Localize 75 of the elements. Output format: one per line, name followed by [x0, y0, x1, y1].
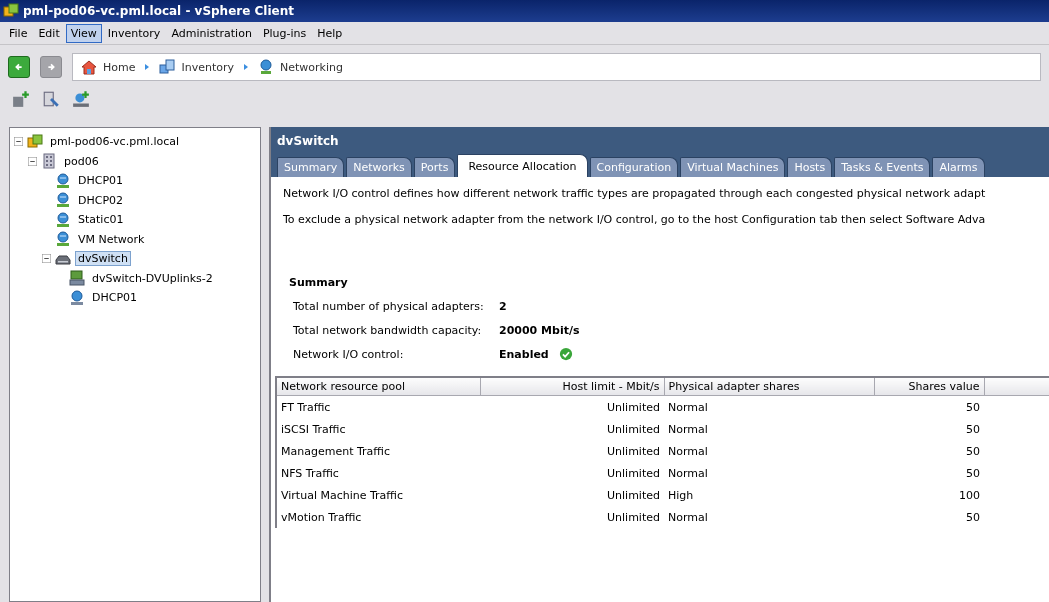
back-button[interactable] [8, 56, 30, 78]
menu-item[interactable]: Help [312, 23, 348, 43]
host-tool-icon [42, 90, 60, 108]
summary-label: Total network bandwidth capacity: [293, 323, 483, 337]
table-cell-text: 50 [965, 443, 981, 460]
breadcrumb-link[interactable]: Home [103, 60, 136, 74]
tree-item[interactable]: dvSwitch-DVUplinks-2 [89, 270, 216, 286]
description-text: Network I/O control defines how different network traffic types are propagated through each congested physical network adapt [283, 187, 987, 200]
table-cell-text: 50 [965, 421, 981, 438]
tab[interactable]: Resource Allocation [457, 154, 588, 177]
column-header[interactable]: Physical adapter shares [664, 377, 874, 396]
section-heading: Summary [289, 276, 349, 289]
tree-item[interactable]: DHCP02 [75, 192, 127, 208]
network-globe-icon [69, 289, 85, 306]
summary-label: Network I/O control: [293, 347, 405, 361]
building-icon [41, 153, 57, 170]
menu-item[interactable]: Plug-ins [257, 23, 312, 43]
tree-item[interactable]: pml-pod06-vc.pml.local [47, 134, 183, 150]
tree-item[interactable]: DHCP01 [89, 290, 141, 306]
summary-value: 2 [499, 299, 507, 313]
table-cell: Virtual Machine Traffic [276, 484, 480, 506]
add-host-icon [12, 90, 30, 108]
network-globe-icon [55, 192, 71, 209]
tree-item[interactable]: Static01 [75, 212, 127, 228]
table-cell-text: Normal [667, 421, 709, 438]
table-cell-text: High [667, 487, 695, 504]
window-title: pml-pod06-vc.pml.local - vSphere Client [23, 4, 294, 18]
menu-item[interactable]: Inventory [102, 23, 166, 43]
table-cell-text: Normal [667, 465, 709, 482]
table-cell: 50 [874, 395, 984, 418]
table-cell-text: 100 [958, 487, 981, 504]
table-cell: iSCSI Traffic [276, 418, 480, 440]
summary-value: 20000 Mbit/s [499, 323, 580, 337]
column-header[interactable]: Network resource pool [276, 377, 480, 396]
network-globe-icon [55, 172, 71, 189]
table-cell-text: Unlimited [606, 421, 661, 438]
table-cell-text: Unlimited [606, 465, 661, 482]
menu-item[interactable]: File [4, 23, 33, 43]
tree-item[interactable]: pod06 [61, 153, 102, 169]
panel-title: dvSwitch [277, 133, 340, 150]
column-header[interactable]: Host limit - Mbit/s [480, 377, 664, 396]
table-cell-text: Normal [667, 443, 709, 460]
table-cell: FT Traffic [276, 395, 480, 418]
summary-label: Total number of physical adapters: [293, 299, 485, 313]
summary-value: Enabled [499, 347, 549, 361]
table-cell-text: Normal [667, 509, 709, 526]
table-cell-text: Unlimited [606, 443, 661, 460]
vcenter-icon [3, 3, 19, 19]
add-network-icon [72, 90, 90, 108]
network-globe-icon [258, 59, 275, 75]
column-header[interactable]: Shares value [874, 377, 984, 396]
tree-item[interactable]: dvSwitch [75, 251, 131, 267]
vcenter-icon [27, 133, 43, 150]
table-cell: NFS Traffic [276, 462, 480, 484]
breadcrumb-link[interactable]: Networking [280, 60, 343, 74]
table-cell: Unlimited [480, 395, 664, 418]
menu-item[interactable]: Administration [166, 23, 257, 43]
menu-item[interactable]: View [65, 23, 102, 43]
table-cell-text: Unlimited [606, 509, 661, 526]
network-globe-icon [55, 231, 71, 248]
tree-item[interactable]: DHCP01 [75, 173, 127, 189]
table-cell: vMotion Traffic [276, 506, 480, 528]
table-cell: Management Traffic [276, 440, 480, 462]
table-cell: Normal [664, 395, 874, 418]
inventory-icon [159, 59, 176, 75]
tree-item[interactable]: VM Network [75, 231, 148, 247]
menu-item[interactable]: Edit [33, 23, 65, 43]
table-cell-text: 50 [965, 465, 981, 482]
home-icon [81, 59, 97, 75]
description-text: To exclude a physical network adapter from the network I/O control, go to the host Configuration tab then select Software Adva [283, 213, 987, 226]
network-globe-icon [55, 211, 71, 228]
table-cell-text: Unlimited [606, 487, 661, 504]
table-cell-text: 50 [965, 509, 981, 526]
breadcrumb-link[interactable]: Inventory [181, 60, 235, 74]
uplink-icon [69, 270, 85, 287]
